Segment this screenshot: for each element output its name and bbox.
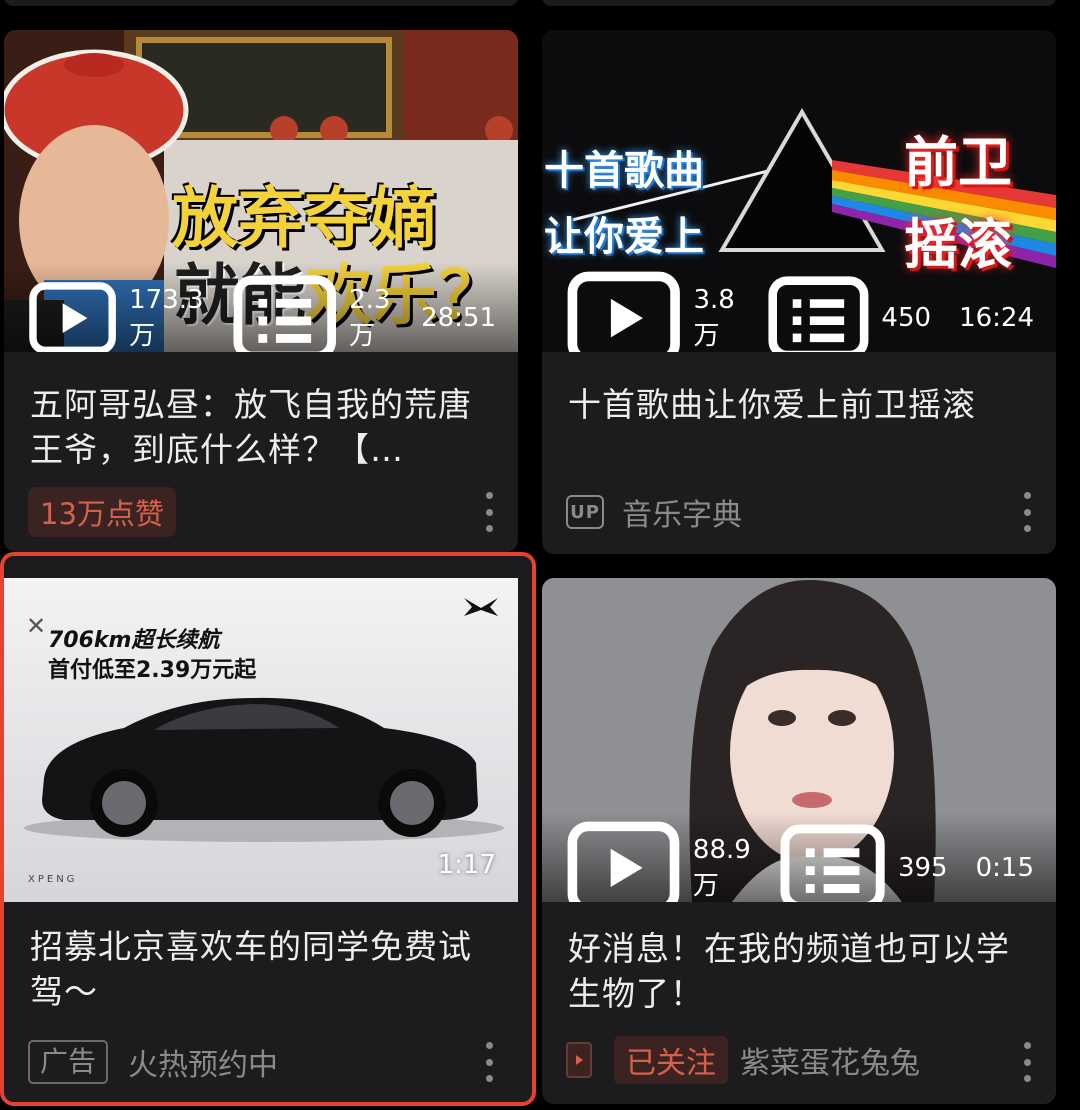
- video-title[interactable]: 五阿哥弘昼：放飞自我的荒唐王爷，到底什么样？【…: [30, 382, 488, 472]
- video-meta: 已关注 紫菜蛋花兔兔: [566, 1036, 1036, 1084]
- author-name[interactable]: 紫菜蛋花兔兔: [740, 1038, 920, 1082]
- close-icon[interactable]: ✕: [26, 612, 46, 640]
- more-icon[interactable]: [1020, 1042, 1034, 1082]
- ad-card[interactable]: ✕ 706km超长续航 首付低至2.39万元起 XPENG 1:17 招募北京喜…: [0, 552, 536, 1106]
- xpeng-logo-icon: [464, 598, 498, 616]
- up-icon: UP: [566, 495, 604, 529]
- video-duration: 0:15: [975, 853, 1034, 883]
- thumbnail-text-line: 十首歌曲: [544, 148, 704, 194]
- more-icon[interactable]: [482, 492, 496, 532]
- video-duration: 28:51: [421, 303, 496, 333]
- thumbnail-text-line: 前卫: [904, 131, 1012, 194]
- video-thumbnail[interactable]: 88.9万 395 0:15: [542, 578, 1056, 902]
- thumbnail-text-line: 让你爱上: [544, 214, 704, 260]
- danmaku-count-value: 2.3万: [349, 284, 391, 351]
- ad-label-badge: 广告: [28, 1040, 109, 1084]
- thumbnail-text-line: 摇滚: [904, 213, 1012, 276]
- danmaku-icon: [780, 824, 885, 902]
- video-meta: 13万点赞: [28, 487, 498, 537]
- play-count-icon: [567, 821, 680, 902]
- video-duration: 16:24: [959, 303, 1034, 333]
- video-card[interactable]: 88.9万 395 0:15 好消息！在我的频道也可以学生物了！ 已关注 紫菜蛋…: [542, 578, 1056, 1104]
- ad-status: 火热预约中: [128, 1048, 279, 1083]
- previous-card-edge: [4, 0, 518, 6]
- video-stats: 3.8万 450 16:24: [566, 271, 1034, 352]
- danmaku-count: 450: [767, 275, 932, 352]
- video-stats: 88.9万 395 0:15: [566, 821, 1034, 902]
- ad-meta: 广告 火热预约中: [28, 1038, 512, 1086]
- view-count-value: 88.9万: [692, 834, 751, 901]
- play-count-icon: [29, 282, 116, 352]
- video-title[interactable]: 十首歌曲让你爱上前卫摇滚: [568, 382, 1026, 427]
- brand-wordmark: XPENG: [28, 874, 78, 885]
- ad-subheadline: 首付低至2.39万元起: [48, 658, 257, 683]
- danmaku-count: 2.3万: [232, 274, 393, 352]
- video-meta: UP 音乐字典: [566, 488, 1036, 536]
- video-thumbnail[interactable]: 十首歌曲 让你爱上 前卫 摇滚 3.8万 450 16:24: [542, 30, 1056, 352]
- video-card[interactable]: 放弃夺嫡 就能欢乐？ 173.3万 2.3万 28:51 五阿哥弘昼：放飞自我的…: [4, 30, 518, 552]
- more-icon[interactable]: [1020, 492, 1034, 532]
- view-count: 173.3万: [28, 281, 204, 352]
- author-name[interactable]: 音乐字典: [622, 490, 742, 534]
- ad-thumbnail[interactable]: ✕ 706km超长续航 首付低至2.39万元起 XPENG 1:17: [4, 578, 518, 902]
- view-count-value: 173.3万: [129, 284, 204, 351]
- view-count: 3.8万: [566, 270, 739, 352]
- previous-card-edge: [542, 0, 1056, 6]
- like-count-badge: 13万点赞: [28, 487, 176, 537]
- danmaku-count: 395: [779, 823, 948, 902]
- channel-icon: [566, 1042, 592, 1078]
- ad-headline: 706km超长续航: [48, 628, 220, 653]
- following-badge: 已关注: [614, 1036, 728, 1084]
- video-card[interactable]: 十首歌曲 让你爱上 前卫 摇滚 3.8万 450 16:24 十首歌曲让你爱上前…: [542, 30, 1056, 554]
- video-duration: 1:17: [437, 850, 496, 880]
- video-stats: 173.3万 2.3万 28:51: [28, 275, 496, 352]
- danmaku-icon: [768, 276, 868, 352]
- view-count: 88.9万: [566, 820, 751, 902]
- view-count-value: 3.8万: [693, 284, 735, 351]
- danmaku-count-value: 395: [897, 853, 948, 883]
- video-thumbnail[interactable]: 放弃夺嫡 就能欢乐？ 173.3万 2.3万 28:51: [4, 30, 518, 352]
- danmaku-count-value: 450: [881, 303, 932, 333]
- play-count-icon: [567, 271, 680, 352]
- danmaku-icon: [233, 275, 336, 352]
- more-icon[interactable]: [482, 1042, 496, 1082]
- ad-title[interactable]: 招募北京喜欢车的同学免费试驾～: [30, 924, 488, 1014]
- video-title[interactable]: 好消息！在我的频道也可以学生物了！: [568, 926, 1026, 1016]
